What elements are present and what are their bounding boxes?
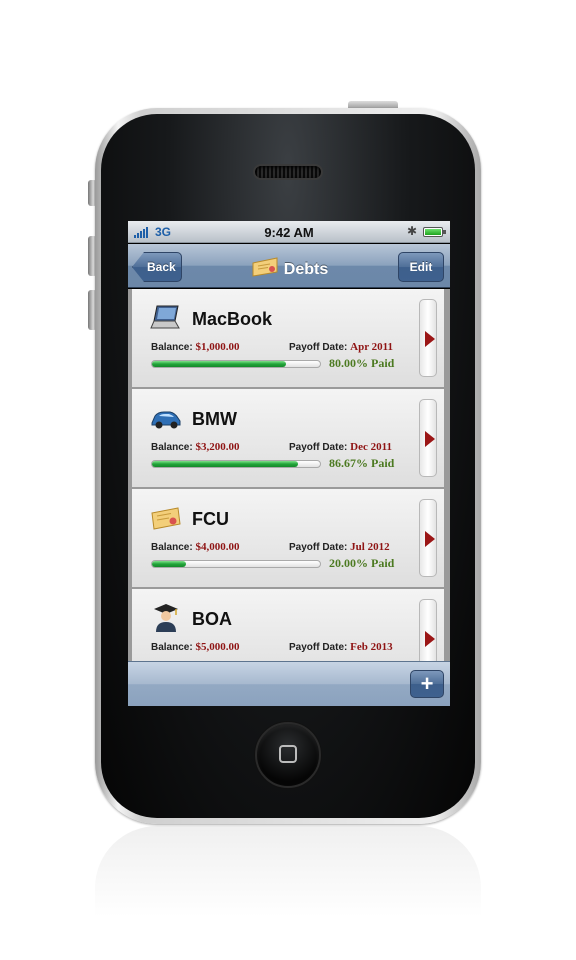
- home-square-icon: [279, 745, 297, 763]
- chevron-right-icon: [425, 531, 435, 547]
- payoff-date-value: Apr 2011: [350, 341, 394, 353]
- certificate-icon: [150, 504, 182, 532]
- detail-disclosure-button[interactable]: [419, 299, 437, 377]
- paid-progress-fill: [152, 361, 287, 367]
- detail-disclosure-button[interactable]: [419, 499, 437, 577]
- debt-list: MacBook Balance: $1,000.00 Payoff Date: …: [128, 289, 450, 661]
- device-reflection: [95, 826, 481, 956]
- debt-name: MacBook: [192, 309, 273, 329]
- payoff-date-value: Jul 2012: [350, 541, 390, 553]
- balance-line: Balance: $3,200.00: [151, 441, 240, 453]
- paid-progress-bar: [151, 360, 321, 368]
- payoff-date-value: Feb 2013: [350, 641, 393, 653]
- debt-row-fcu[interactable]: FCU Balance: $4,000.00 Payoff Date: Jul …: [132, 489, 444, 588]
- battery-icon: [423, 227, 446, 237]
- bluetooth-icon: ✱: [407, 224, 418, 238]
- bottom-toolbar: +: [128, 661, 450, 706]
- balance-value: $3,200.00: [195, 441, 240, 453]
- status-bar: 3G 9:42 AM ✱: [128, 221, 450, 243]
- paid-percentage: 86.67% Paid: [329, 456, 395, 470]
- balance-line: Balance: $5,000.00: [151, 641, 240, 653]
- payoff-line: Payoff Date: Jul 2012: [289, 541, 390, 553]
- payoff-line: Payoff Date: Dec 2011: [289, 441, 392, 453]
- debt-name: BMW: [192, 409, 237, 429]
- detail-disclosure-button[interactable]: [419, 399, 437, 477]
- laptop-icon: [150, 304, 182, 332]
- balance-value: $1,000.00: [195, 341, 240, 353]
- paid-progress-bar: [151, 460, 321, 468]
- detail-disclosure-button[interactable]: [419, 599, 437, 661]
- paid-percentage: 20.00% Paid: [329, 556, 395, 570]
- payoff-date-value: Dec 2011: [350, 441, 392, 453]
- graduate-icon: [150, 604, 182, 632]
- paid-progress-fill: [152, 561, 186, 567]
- payoff-line: Payoff Date: Feb 2013: [289, 641, 393, 653]
- chevron-right-icon: [425, 331, 435, 347]
- debt-row-macbook[interactable]: MacBook Balance: $1,000.00 Payoff Date: …: [132, 289, 444, 388]
- balance-line: Balance: $1,000.00: [151, 341, 240, 353]
- certificate-icon: [250, 257, 280, 282]
- chevron-right-icon: [425, 631, 435, 647]
- balance-line: Balance: $4,000.00: [151, 541, 240, 553]
- debt-row-bmw[interactable]: BMW Balance: $3,200.00 Payoff Date: Dec …: [132, 389, 444, 488]
- paid-progress-bar: [151, 560, 321, 568]
- earpiece-speaker: [253, 164, 323, 180]
- home-button[interactable]: [255, 722, 321, 788]
- screen: 3G 9:42 AM ✱ Back Debts Edit MacBook Bal…: [128, 221, 450, 706]
- navigation-bar: Back Debts Edit: [128, 244, 450, 288]
- balance-value: $4,000.00: [195, 541, 240, 553]
- paid-progress-fill: [152, 461, 298, 467]
- status-time: 9:42 AM: [264, 225, 314, 240]
- debt-name: BOA: [192, 609, 232, 629]
- debt-name: FCU: [192, 509, 229, 529]
- page-title-text: Debts: [283, 261, 329, 278]
- paid-percentage: 80.00% Paid: [329, 356, 395, 370]
- car-icon: [150, 404, 182, 432]
- balance-value: $5,000.00: [195, 641, 240, 653]
- chevron-right-icon: [425, 431, 435, 447]
- add-debt-button[interactable]: +: [410, 670, 444, 698]
- edit-button[interactable]: Edit: [398, 252, 444, 282]
- debt-row-boa[interactable]: BOA Balance: $5,000.00 Payoff Date: Feb …: [132, 589, 444, 661]
- payoff-line: Payoff Date: Apr 2011: [289, 341, 394, 353]
